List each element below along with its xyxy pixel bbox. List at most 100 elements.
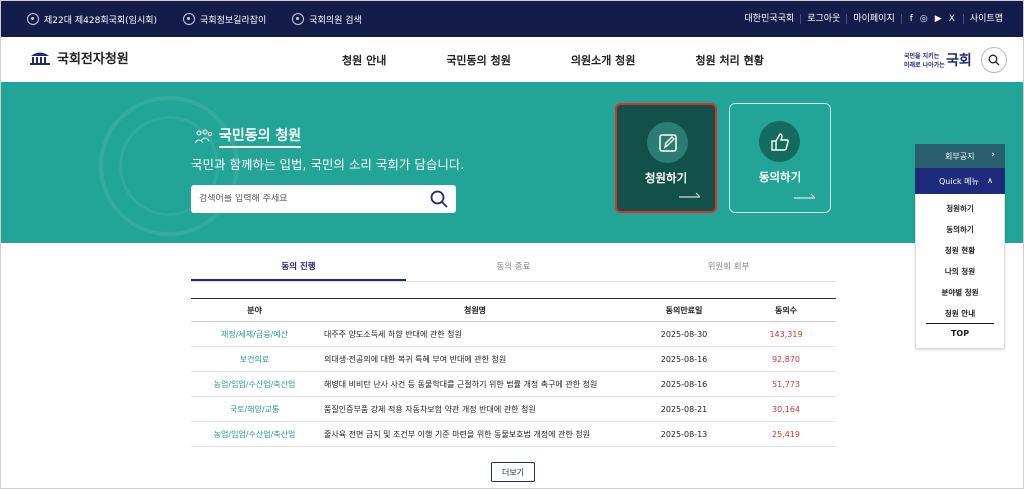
petition-table: 분야 청원명 동의만료일 동의수 재정/세제/금융/예산 대주주 양도소득세 하… xyxy=(191,298,836,447)
page-frame: 제22대 제428회국회(임시회) 국회정보길라잡이 국회의원 검색 대한민국국… xyxy=(0,0,1024,489)
top-link-guide-label: 국회정보길라잡이 xyxy=(200,15,267,26)
col-title: 청원명 xyxy=(463,305,487,315)
referral-notice-button[interactable]: 회부공지 › xyxy=(915,144,1005,168)
row-date: 2025-08-21 xyxy=(660,404,708,414)
side-quick-panel: 회부공지 › Quick 메뉴 ∧ 청원하기 동의하기 청원 현황 나의 청원 … xyxy=(915,144,1005,349)
more-button[interactable]: 더보기 xyxy=(491,462,535,482)
row-field: 농업/임업/수산업/축산업 xyxy=(213,379,296,389)
top-link-guide[interactable]: 국회정보길라잡이 xyxy=(183,13,266,26)
tab-ended[interactable]: 동의 종료 xyxy=(406,255,621,281)
pen-icon xyxy=(658,133,677,152)
top-button[interactable]: TOP xyxy=(916,324,1004,344)
social-links: f ◎ ▶ X xyxy=(902,14,964,24)
sitemap-link[interactable]: 사이트맵 xyxy=(964,14,1009,24)
thumbs-up-icon xyxy=(770,132,789,151)
brand-line-1: 국민을 지키는 xyxy=(904,53,940,60)
logout-link[interactable]: 로그아웃 xyxy=(801,14,848,24)
assembly-seal-icon xyxy=(27,13,39,25)
tab-committee[interactable]: 위원회 회부 xyxy=(621,255,836,281)
row-field: 농업/임업/수산업/축산업 xyxy=(213,429,296,439)
nav-member-petition[interactable]: 의원소개 청원 xyxy=(571,52,636,68)
row-title[interactable]: 품질인증부품 강제 적용 자동차보험 약관 개정 반대에 관한 청원 xyxy=(318,404,632,415)
row-title[interactable]: 의대생·전공의에 대한 복귀 특혜 부여 반대에 관한 청원 xyxy=(318,354,632,365)
petition-agree-circle xyxy=(759,121,800,162)
people-icon xyxy=(194,129,213,143)
instagram-icon[interactable]: ◎ xyxy=(920,14,928,24)
hero-search-box xyxy=(191,185,456,213)
site-logo[interactable]: 국회전자청원 xyxy=(29,48,129,67)
top-bar-left: 제22대 제428회국회(임시회) 국회정보길라잡이 국회의원 검색 xyxy=(27,1,362,37)
top-link-session[interactable]: 제22대 제428회국회(임시회) xyxy=(27,13,157,26)
row-count: 25,419 xyxy=(772,429,800,439)
top-link-session-label: 제22대 제428회국회(임시회) xyxy=(44,15,158,26)
row-field: 국토/해양/교통 xyxy=(229,404,280,414)
x-icon[interactable]: X xyxy=(949,14,955,24)
table-row[interactable]: 재정/세제/금융/예산 대주주 양도소득세 하향 반대에 관한 청원 2025-… xyxy=(191,322,836,347)
assembly-brand-logo: 국민을 지키는 미래로 나아가는 국회 xyxy=(904,49,972,71)
petition-agree-card[interactable]: 동의하기 xyxy=(729,103,831,213)
arrow-right-icon xyxy=(794,193,816,199)
table-row[interactable]: 보건의료 의대생·전공의에 대한 복귀 특혜 부여 반대에 관한 청원 2025… xyxy=(191,347,836,372)
assembly-seal-icon xyxy=(183,13,196,25)
hero-search-input[interactable] xyxy=(199,194,419,204)
row-date: 2025-08-16 xyxy=(660,379,708,389)
mypage-link[interactable]: 마이페이지 xyxy=(847,14,902,24)
nav-petition-status[interactable]: 청원 처리 현황 xyxy=(695,52,763,68)
facebook-icon[interactable]: f xyxy=(910,14,913,24)
row-date: 2025-08-30 xyxy=(660,329,708,339)
hero-title-text: 국민동의 청원 xyxy=(219,125,302,148)
youtube-icon[interactable]: ▶ xyxy=(935,14,942,24)
row-date: 2025-08-13 xyxy=(660,429,708,439)
hero-subtitle: 국민과 함께하는 입법, 국민의 소리 국회가 담습니다. xyxy=(191,157,465,172)
top-bar: 제22대 제428회국회(임시회) 국회정보길라잡이 국회의원 검색 대한민국국… xyxy=(1,1,1023,37)
row-title[interactable]: 해병대 비비탄 난사 사건 등 동물학대를 근절하기 위한 법률 개정 촉구에 … xyxy=(318,379,632,390)
main-nav: 청원 안내 국민동의 청원 의원소개 청원 청원 처리 현황 xyxy=(342,37,764,82)
col-field: 분야 xyxy=(247,305,262,315)
tab-in-progress[interactable]: 동의 진행 xyxy=(191,255,406,281)
header-search-button[interactable] xyxy=(981,47,1007,73)
hero-title: 국민동의 청원 xyxy=(193,125,302,148)
quick-menu-toggle[interactable]: Quick 메뉴 ∧ xyxy=(915,168,1005,194)
table-row[interactable]: 농업/임업/수산업/축산업 줄사육 전면 금지 및 조건부 이행 기준 마련을 … xyxy=(191,422,836,447)
top-link-assembly[interactable]: 대한민국국회 xyxy=(739,14,802,24)
brand-big: 국회 xyxy=(946,53,972,69)
petition-create-card[interactable]: 청원하기 xyxy=(615,103,717,213)
quick-item-agree[interactable]: 동의하기 xyxy=(916,219,1004,240)
quick-item-status[interactable]: 청원 현황 xyxy=(916,240,1004,261)
row-count: 51,773 xyxy=(772,379,800,389)
petition-create-circle xyxy=(647,122,688,163)
chevron-right-icon: › xyxy=(991,150,995,160)
row-field: 보건의료 xyxy=(239,354,270,364)
top-link-member-search[interactable]: 국회의원 검색 xyxy=(292,13,362,26)
hero-search-button[interactable] xyxy=(430,190,448,212)
assembly-building-icon xyxy=(30,52,50,65)
row-title[interactable]: 대주주 양도소득세 하향 반대에 관한 청원 xyxy=(318,329,632,340)
table-row[interactable]: 농업/임업/수산업/축산업 해병대 비비탄 난사 사건 등 동물학대를 근절하기… xyxy=(191,372,836,397)
arrow-right-icon xyxy=(679,192,701,198)
table-header: 분야 청원명 동의만료일 동의수 xyxy=(191,298,836,322)
row-title[interactable]: 줄사육 전면 금지 및 조건부 이행 기준 마련을 위한 동물보호법 개정에 관… xyxy=(318,429,632,440)
quick-item-create[interactable]: 청원하기 xyxy=(916,198,1004,219)
row-date: 2025-08-16 xyxy=(660,354,708,364)
search-icon xyxy=(430,190,448,208)
chevron-up-icon: ∧ xyxy=(987,176,993,185)
hero-banner: 국민동의 청원 국민과 함께하는 입법, 국민의 소리 국회가 담습니다. 청원… xyxy=(1,82,1023,243)
table-row[interactable]: 국토/해양/교통 품질인증부품 강제 적용 자동차보험 약관 개정 반대에 관한… xyxy=(191,397,836,422)
brand-line-2: 미래로 나아가는 xyxy=(904,62,945,69)
search-icon xyxy=(988,54,1000,66)
nav-public-petition[interactable]: 국민동의 청원 xyxy=(446,52,511,68)
petition-tabs: 동의 진행 동의 종료 위원회 회부 xyxy=(191,255,836,282)
quick-item-by-field[interactable]: 분야별 청원 xyxy=(916,282,1004,303)
quick-item-guide[interactable]: 청원 안내 xyxy=(926,303,994,324)
site-logo-text: 국회전자청원 xyxy=(57,52,129,67)
row-count: 143,319 xyxy=(769,329,803,339)
nav-petition-guide[interactable]: 청원 안내 xyxy=(342,52,386,68)
site-header: 국회전자청원 청원 안내 국민동의 청원 의원소개 청원 청원 처리 현황 국민… xyxy=(1,37,1023,82)
row-count: 30,164 xyxy=(772,404,800,414)
quick-item-my[interactable]: 나의 청원 xyxy=(916,261,1004,282)
top-link-member-search-label: 국회의원 검색 xyxy=(309,15,362,26)
assembly-seal-icon xyxy=(292,13,305,25)
row-count: 92,870 xyxy=(772,354,800,364)
petition-create-label: 청원하기 xyxy=(644,171,688,185)
row-field: 재정/세제/금융/예산 xyxy=(221,329,288,339)
